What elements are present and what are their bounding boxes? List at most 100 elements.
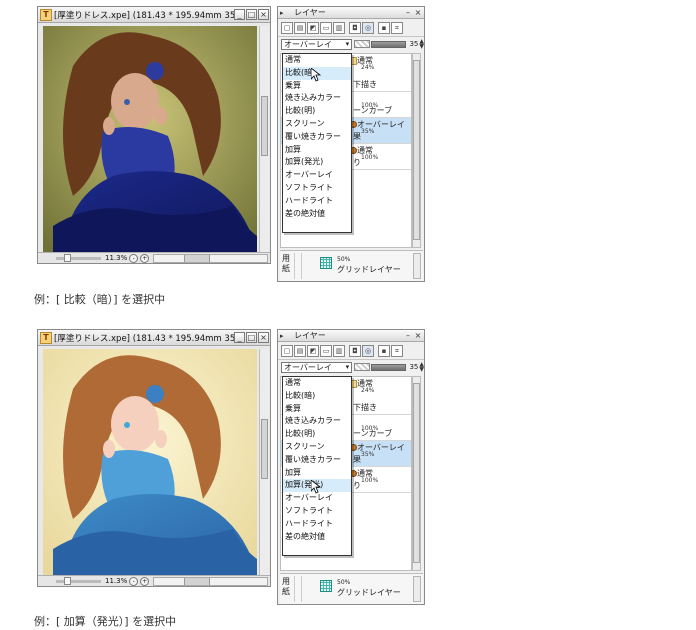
opacity-slider[interactable] (370, 40, 407, 48)
blend-mode-dropdown[interactable]: 通常 比較(暗) 乗算 焼き込みカラー 比較(明) スクリーン 覆い焼きカラー 加算 加算(発光… (282, 376, 352, 556)
blend-mode-option[interactable]: オーバーレイ (283, 492, 351, 505)
zoom-in-icon[interactable]: + (140, 253, 150, 263)
close-icon[interactable]: × (258, 9, 269, 20)
blend-mode-option[interactable]: スクリーン (283, 118, 351, 131)
grid-row-scrollbar[interactable] (413, 576, 421, 602)
layer-list-scrollbar[interactable] (412, 376, 421, 571)
blend-mode-option[interactable]: 加算(発光) (283, 479, 351, 493)
zoom-slider[interactable] (56, 576, 101, 585)
blend-mode-select[interactable]: オーバーレイ ▾ (281, 361, 353, 373)
layer-panel-title-bar[interactable]: ▸ レイヤー – × (278, 7, 424, 19)
new-adjustment-layer-icon[interactable]: ◩ (307, 344, 319, 357)
canvas-horizontal-scrollbar[interactable] (153, 576, 268, 586)
mask-icon[interactable]: ◘ (349, 344, 361, 357)
blend-mode-option[interactable]: 加算 (283, 144, 351, 157)
new-folder-icon[interactable]: ▭ (320, 21, 332, 34)
layer-list-scrollbar[interactable] (412, 53, 421, 248)
zoom-knob[interactable] (64, 576, 71, 585)
blend-mode-option[interactable]: ソフトライト (283, 505, 351, 518)
lock-icon[interactable]: ▪ (378, 344, 390, 357)
blend-mode-select[interactable]: オーバーレイ ▾ (281, 38, 353, 50)
hscroll-thumb[interactable] (184, 254, 211, 262)
canvas-window[interactable]: T [厚塗りドレス.xpe] (181.43 * 195.94mm 350dp.… (37, 6, 271, 264)
blend-mode-option[interactable]: オーバーレイ (283, 169, 351, 182)
layer-panel-title-bar[interactable]: ▸ レイヤー – × (278, 330, 424, 342)
canvas-artwork[interactable] (43, 349, 257, 575)
panel-grip-icon[interactable]: ▸ (280, 332, 288, 340)
grid-visibility-column[interactable] (294, 253, 302, 279)
opacity-slider[interactable] (370, 363, 407, 371)
opacity-value[interactable]: 35 (409, 363, 418, 371)
blend-mode-option[interactable]: 乗算 (283, 403, 351, 416)
opacity-value[interactable]: 35 (409, 40, 418, 48)
panel-grip-icon[interactable]: ▸ (280, 9, 288, 17)
blend-mode-option[interactable]: 加算(発光) (283, 156, 351, 169)
blend-mode-option[interactable]: 加算 (283, 467, 351, 480)
new-vector-layer-icon[interactable]: ▤ (294, 344, 306, 357)
grid-visibility-column[interactable] (294, 576, 302, 602)
maximize-icon[interactable]: □ (246, 332, 257, 343)
zoom-slider[interactable] (56, 253, 101, 262)
blend-mode-option[interactable]: 焼き込みカラー (283, 92, 351, 105)
minimize-icon[interactable]: _ (234, 332, 245, 343)
new-raster-layer-icon[interactable]: ▢ (281, 344, 293, 357)
canvas-title-bar[interactable]: T [厚塗りドレス.xpe] (181.43 * 195.94mm 350dp.… (38, 330, 270, 346)
blend-mode-option[interactable]: 比較(暗) (283, 390, 351, 403)
blend-mode-option[interactable]: 差の絶対値 (283, 208, 351, 221)
blend-mode-option[interactable]: 比較(明) (283, 428, 351, 441)
blend-mode-option[interactable]: 覆い焼きカラー (283, 454, 351, 467)
layer-scroll-thumb[interactable] (413, 383, 420, 563)
new-raster-layer-icon[interactable]: ▢ (281, 21, 293, 34)
blend-mode-option[interactable]: 覆い焼きカラー (283, 131, 351, 144)
opacity-spinner-icon[interactable]: ▲ ▼ (419, 362, 424, 373)
maximize-icon[interactable]: □ (246, 9, 257, 20)
transparency-lock-icon[interactable]: ◎ (362, 344, 374, 357)
canvas-vertical-scrollbar[interactable] (259, 349, 269, 575)
new-adjustment-layer-icon[interactable]: ◩ (307, 21, 319, 34)
canvas-vertical-scrollbar[interactable] (259, 26, 269, 252)
blend-mode-option[interactable]: 焼き込みカラー (283, 415, 351, 428)
layer-panel[interactable]: ▸ レイヤー – × ▢ ▤ ◩ ▭ ▥ ◘ ◎ ▪ ⌗ オーバーレイ ▾ 35… (277, 329, 425, 605)
blend-mode-option[interactable]: 差の絶対値 (283, 531, 351, 544)
layer-panel[interactable]: ▸ レイヤー – × ▢ ▤ ◩ ▭ ▥ ◘ ◎ ▪ ⌗ オーバーレイ ▾ 35… (277, 6, 425, 282)
blend-mode-option[interactable]: ハードライト (283, 195, 351, 208)
grid-layer-row[interactable]: 用紙 50% グリッドレイヤー (280, 250, 423, 281)
minimize-icon[interactable]: _ (234, 9, 245, 20)
canvas-window[interactable]: T [厚塗りドレス.xpe] (181.43 * 195.94mm 350dp.… (37, 329, 271, 587)
settings-icon[interactable]: ⌗ (391, 21, 403, 34)
zoom-out-icon[interactable]: - (129, 253, 139, 263)
panel-close-icon[interactable]: × (414, 8, 422, 17)
grid-layer-row[interactable]: 用紙 50% グリッドレイヤー (280, 573, 423, 604)
blend-mode-option[interactable]: ソフトライト (283, 182, 351, 195)
panel-close-icon[interactable]: × (414, 331, 422, 340)
canvas-horizontal-scrollbar[interactable] (153, 253, 268, 263)
canvas-artwork[interactable] (43, 26, 257, 252)
blend-mode-option[interactable]: 通常 (283, 377, 351, 390)
lock-icon[interactable]: ▪ (378, 21, 390, 34)
new-folder-icon[interactable]: ▭ (320, 344, 332, 357)
zoom-in-icon[interactable]: + (140, 576, 150, 586)
settings-icon[interactable]: ⌗ (391, 344, 403, 357)
zoom-knob[interactable] (64, 253, 71, 262)
canvas-title-bar[interactable]: T [厚塗りドレス.xpe] (181.43 * 195.94mm 350dp.… (38, 7, 270, 23)
blend-mode-option[interactable]: 乗算 (283, 80, 351, 93)
blend-mode-option[interactable]: 比較(明) (283, 105, 351, 118)
zoom-out-icon[interactable]: - (129, 576, 139, 586)
blend-mode-dropdown[interactable]: 通常 比較(暗) 乗算 焼き込みカラー 比較(明) スクリーン 覆い焼きカラー 加算 加算(発光… (282, 53, 352, 233)
hscroll-thumb[interactable] (184, 577, 211, 585)
transparency-lock-icon[interactable]: ◎ (362, 21, 374, 34)
close-icon[interactable]: × (258, 332, 269, 343)
new-vector-layer-icon[interactable]: ▤ (294, 21, 306, 34)
blend-mode-option[interactable]: 通常 (283, 54, 351, 67)
panel-minimize-icon[interactable]: – (404, 8, 412, 17)
layer-scroll-thumb[interactable] (413, 60, 420, 240)
blend-mode-option[interactable]: スクリーン (283, 441, 351, 454)
delete-layer-icon[interactable]: ▥ (333, 344, 345, 357)
blend-mode-option[interactable]: ハードライト (283, 518, 351, 531)
grid-row-scrollbar[interactable] (413, 253, 421, 279)
delete-layer-icon[interactable]: ▥ (333, 21, 345, 34)
opacity-spinner-icon[interactable]: ▲ ▼ (419, 39, 424, 50)
scroll-thumb[interactable] (261, 419, 268, 479)
panel-minimize-icon[interactable]: – (404, 331, 412, 340)
mask-icon[interactable]: ◘ (349, 21, 361, 34)
